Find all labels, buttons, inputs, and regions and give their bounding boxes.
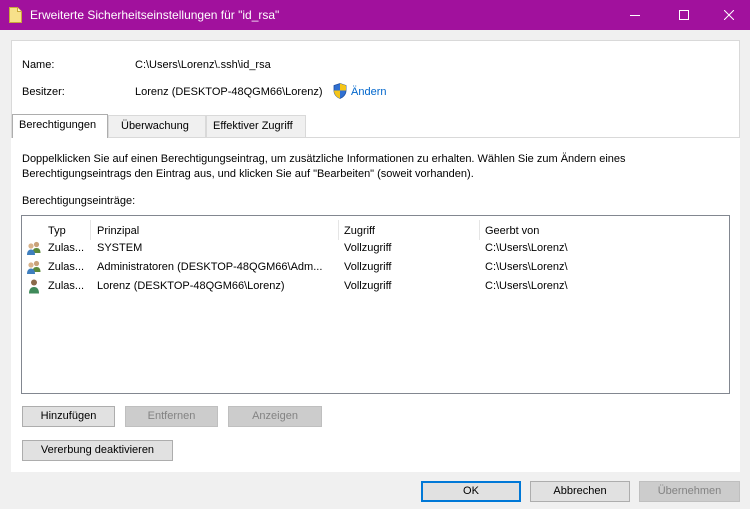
column-separator[interactable] <box>479 220 480 240</box>
window-title: Erweiterte Sicherheitseinstellungen für … <box>30 8 280 22</box>
close-button[interactable] <box>706 0 750 30</box>
entry-principal: SYSTEM <box>97 242 143 254</box>
ok-button[interactable]: OK <box>421 481 521 502</box>
group-users-icon <box>27 241 41 255</box>
owner-label: Besitzer: <box>22 86 65 98</box>
column-separator[interactable] <box>338 220 339 240</box>
table-row[interactable]: Zulas... SYSTEM Vollzugriff C:\Users\Lor… <box>22 239 729 257</box>
close-icon <box>724 10 734 20</box>
name-value: C:\Users\Lorenz\.ssh\id_rsa <box>135 59 271 71</box>
title-bar: Erweiterte Sicherheitseinstellungen für … <box>0 0 750 30</box>
add-button[interactable]: Hinzufügen <box>22 406 115 427</box>
single-user-icon <box>29 279 39 294</box>
group-users-icon <box>27 260 41 274</box>
table-row[interactable]: Zulas... Administratoren (DESKTOP-48QGM6… <box>22 258 729 276</box>
column-header-geerbt-von[interactable]: Geerbt von <box>485 225 539 237</box>
name-label: Name: <box>22 59 55 71</box>
entry-type: Zulas... <box>48 261 85 273</box>
column-separator[interactable] <box>90 220 91 240</box>
column-header-zugriff[interactable]: Zugriff <box>344 225 375 237</box>
cancel-button[interactable]: Abbrechen <box>530 481 630 502</box>
minimize-button[interactable] <box>612 0 658 30</box>
entry-access: Vollzugriff <box>344 242 392 254</box>
entry-type: Zulas... <box>48 280 85 292</box>
entry-inherited-from: C:\Users\Lorenz\ <box>485 242 568 254</box>
entry-inherited-from: C:\Users\Lorenz\ <box>485 261 568 273</box>
entry-inherited-from: C:\Users\Lorenz\ <box>485 280 568 292</box>
file-icon <box>9 7 22 23</box>
tab-ueberwachung[interactable]: Überwachung <box>108 115 206 137</box>
remove-button[interactable]: Entfernen <box>125 406 218 427</box>
tab-berechtigungen[interactable]: Berechtigungen <box>12 114 108 138</box>
column-header-prinzipal[interactable]: Prinzipal <box>97 225 139 237</box>
maximize-icon <box>679 10 689 20</box>
apply-button[interactable]: Übernehmen <box>639 481 740 502</box>
entry-principal: Administratoren (DESKTOP-48QGM66\Adm... <box>97 261 323 273</box>
table-row[interactable]: Zulas... Lorenz (DESKTOP-48QGM66\Lorenz)… <box>22 277 729 295</box>
permission-entries-list[interactable]: Typ Prinzipal Zugriff Geerbt von Zulas..… <box>21 215 730 394</box>
maximize-button[interactable] <box>661 0 707 30</box>
entry-access: Vollzugriff <box>344 261 392 273</box>
uac-shield-icon <box>333 83 347 99</box>
disable-inheritance-button[interactable]: Vererbung deaktivieren <box>22 440 173 461</box>
entries-label: Berechtigungseinträge: <box>22 195 136 207</box>
entry-access: Vollzugriff <box>344 280 392 292</box>
description-line-1: Doppelklicken Sie auf einen Berechtigung… <box>22 153 626 165</box>
column-header-typ[interactable]: Typ <box>48 225 66 237</box>
entry-type: Zulas... <box>48 242 85 254</box>
minimize-icon <box>630 15 640 16</box>
tab-effektiver-zugriff[interactable]: Effektiver Zugriff <box>206 115 306 137</box>
view-button[interactable]: Anzeigen <box>228 406 322 427</box>
description-line-2: Berechtigungseintrags den Eintrag aus, u… <box>22 168 474 180</box>
change-owner-link[interactable]: Ändern <box>351 86 386 98</box>
entry-principal: Lorenz (DESKTOP-48QGM66\Lorenz) <box>97 280 285 292</box>
owner-value: Lorenz (DESKTOP-48QGM66\Lorenz) <box>135 86 323 98</box>
